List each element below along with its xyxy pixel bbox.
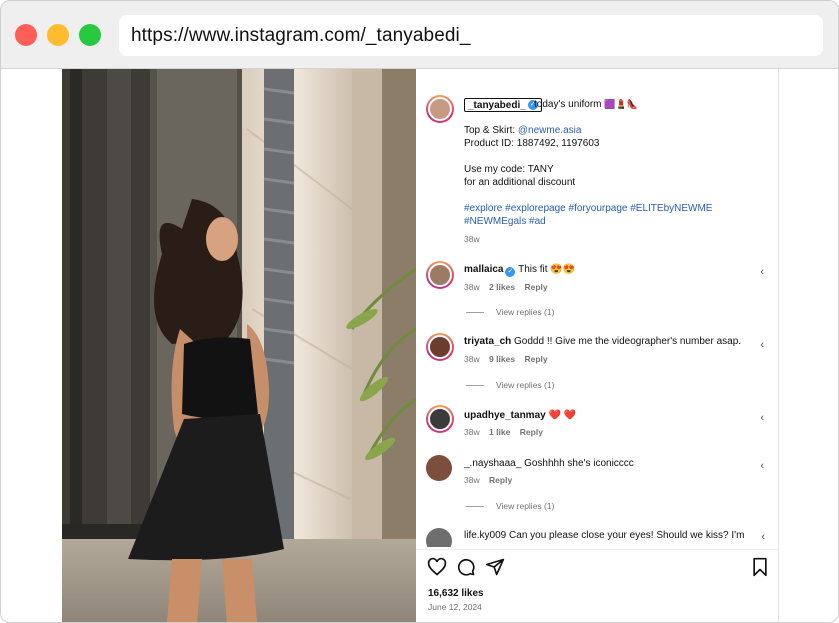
author-username[interactable]: _tanyabedi_ xyxy=(468,100,526,111)
comment-5-clip: life.ky009 Can you please close your eye… xyxy=(416,523,779,547)
top-skirt-label: Top & Skirt: xyxy=(464,125,518,136)
caption-code: Use my code: TANY xyxy=(464,164,554,175)
heart-icon[interactable] xyxy=(427,557,447,577)
caption-hashtags-1[interactable]: #explore #explorepage #foryourpage #ELIT… xyxy=(464,202,712,215)
comment-3: upadhye_tanmay ❤️ ❤️ xyxy=(464,409,576,422)
comment-like-icon[interactable]: ‹ xyxy=(760,266,764,278)
caption-emoji: 🟪💄👠 xyxy=(604,99,638,109)
browser-window: https://www.instagram.com/_tanyabedi_ _t… xyxy=(0,0,839,623)
comment-age: 38w xyxy=(464,427,480,437)
commenter-avatar[interactable] xyxy=(426,333,454,361)
author-avatar[interactable] xyxy=(426,95,454,123)
comment-5: life.ky009 Can you please close your eye… xyxy=(464,529,744,542)
comment-text: ❤️ ❤️ xyxy=(548,410,577,421)
commenter-username[interactable]: mallaica xyxy=(464,264,503,275)
comment-1: mallaica ✓ This fit 😍😍 xyxy=(464,263,575,277)
post-photo[interactable] xyxy=(62,69,416,622)
bookmark-icon[interactable] xyxy=(750,557,770,577)
comment-2: triyata_ch Goddd !! Give me the videogra… xyxy=(464,335,741,348)
comment-age: 38w xyxy=(464,475,480,485)
author-username-box[interactable]: _tanyabedi_ ✓ xyxy=(464,98,542,112)
commenter-avatar[interactable] xyxy=(426,528,452,547)
comment-text: Can you please close your eyes! Should w… xyxy=(509,530,745,541)
send-icon[interactable] xyxy=(485,557,505,577)
commenter-username[interactable]: life.ky009 xyxy=(464,530,506,541)
verified-badge-icon: ✓ xyxy=(505,267,516,277)
caption-hashtags-2[interactable]: #NEWMEgals #ad xyxy=(464,215,546,228)
commenter-username[interactable]: upadhye_tanmay xyxy=(464,410,546,421)
divider-line xyxy=(466,385,484,386)
view-replies-button[interactable]: View replies (1) xyxy=(496,501,554,511)
comment-likes[interactable]: 9 likes xyxy=(489,354,515,364)
reply-button[interactable]: Reply xyxy=(525,282,548,292)
comment-likes[interactable]: 2 likes xyxy=(489,282,515,292)
caption-discount: for an additional discount xyxy=(464,177,576,188)
comment-text: Goddd !! Give me the videographer's numb… xyxy=(514,336,742,347)
caption-product-id: Product ID: 1887492, 1197603 xyxy=(464,138,600,149)
brand-mention-link[interactable]: @newme.asia xyxy=(518,125,582,136)
comment-4: _.nayshaaa_ Goshhhh she's iconicccc xyxy=(464,457,634,470)
comment-icon[interactable] xyxy=(456,557,476,577)
post-details-panel: _tanyabedi_ ✓ today's uniform 🟪💄👠 Top & … xyxy=(416,69,779,622)
comment-like-icon[interactable]: ‹ xyxy=(760,339,764,351)
caption-text: today's uniform xyxy=(534,99,602,110)
commenter-avatar[interactable] xyxy=(426,261,454,289)
instagram-post-page: _tanyabedi_ ✓ today's uniform 🟪💄👠 Top & … xyxy=(1,69,838,622)
commenter-username[interactable]: triyata_ch xyxy=(464,336,511,347)
reply-button[interactable]: Reply xyxy=(525,354,548,364)
likes-count[interactable]: 16,632 likes xyxy=(428,588,484,599)
close-window-button[interactable] xyxy=(15,24,37,46)
comment-age: 38w xyxy=(464,354,480,364)
actions-divider xyxy=(416,549,779,550)
comment-like-icon[interactable]: ‹ xyxy=(760,412,764,424)
commenter-avatar[interactable] xyxy=(426,455,452,481)
post-date: June 12, 2024 xyxy=(428,602,482,612)
browser-toolbar: https://www.instagram.com/_tanyabedi_ xyxy=(1,1,838,69)
comment-1-meta: 38w 2 likes Reply xyxy=(464,282,548,292)
post-image-illustration xyxy=(62,69,416,622)
comment-like-icon[interactable]: ‹ xyxy=(760,460,764,472)
caption-age: 38w xyxy=(464,234,480,244)
comment-text: This fit 😍😍 xyxy=(518,264,576,275)
caption-first-line: today's uniform 🟪💄👠 xyxy=(534,98,638,111)
url-text: https://www.instagram.com/_tanyabedi_ xyxy=(131,25,471,46)
comment-text: Goshhhh she's iconicccc xyxy=(524,458,634,469)
comment-like-icon[interactable]: ‹ xyxy=(761,531,765,543)
comment-age: 38w xyxy=(464,282,480,292)
minimize-window-button[interactable] xyxy=(47,24,69,46)
view-replies-button[interactable]: View replies (1) xyxy=(496,307,554,317)
reply-button[interactable]: Reply xyxy=(520,427,543,437)
comment-4-meta: 38w Reply xyxy=(464,475,512,485)
comment-3-meta: 38w 1 like Reply xyxy=(464,427,543,437)
reply-button[interactable]: Reply xyxy=(489,475,512,485)
caption-top-skirt: Top & Skirt: @newme.asia xyxy=(464,124,581,137)
maximize-window-button[interactable] xyxy=(79,24,101,46)
address-bar[interactable]: https://www.instagram.com/_tanyabedi_ xyxy=(119,15,823,56)
comment-2-meta: 38w 9 likes Reply xyxy=(464,354,548,364)
commenter-avatar[interactable] xyxy=(426,405,454,433)
comment-likes[interactable]: 1 like xyxy=(489,427,510,437)
divider-line xyxy=(466,312,484,313)
view-replies-button[interactable]: View replies (1) xyxy=(496,380,554,390)
divider-line xyxy=(466,506,484,507)
commenter-username[interactable]: _.nayshaaa_ xyxy=(464,458,521,469)
